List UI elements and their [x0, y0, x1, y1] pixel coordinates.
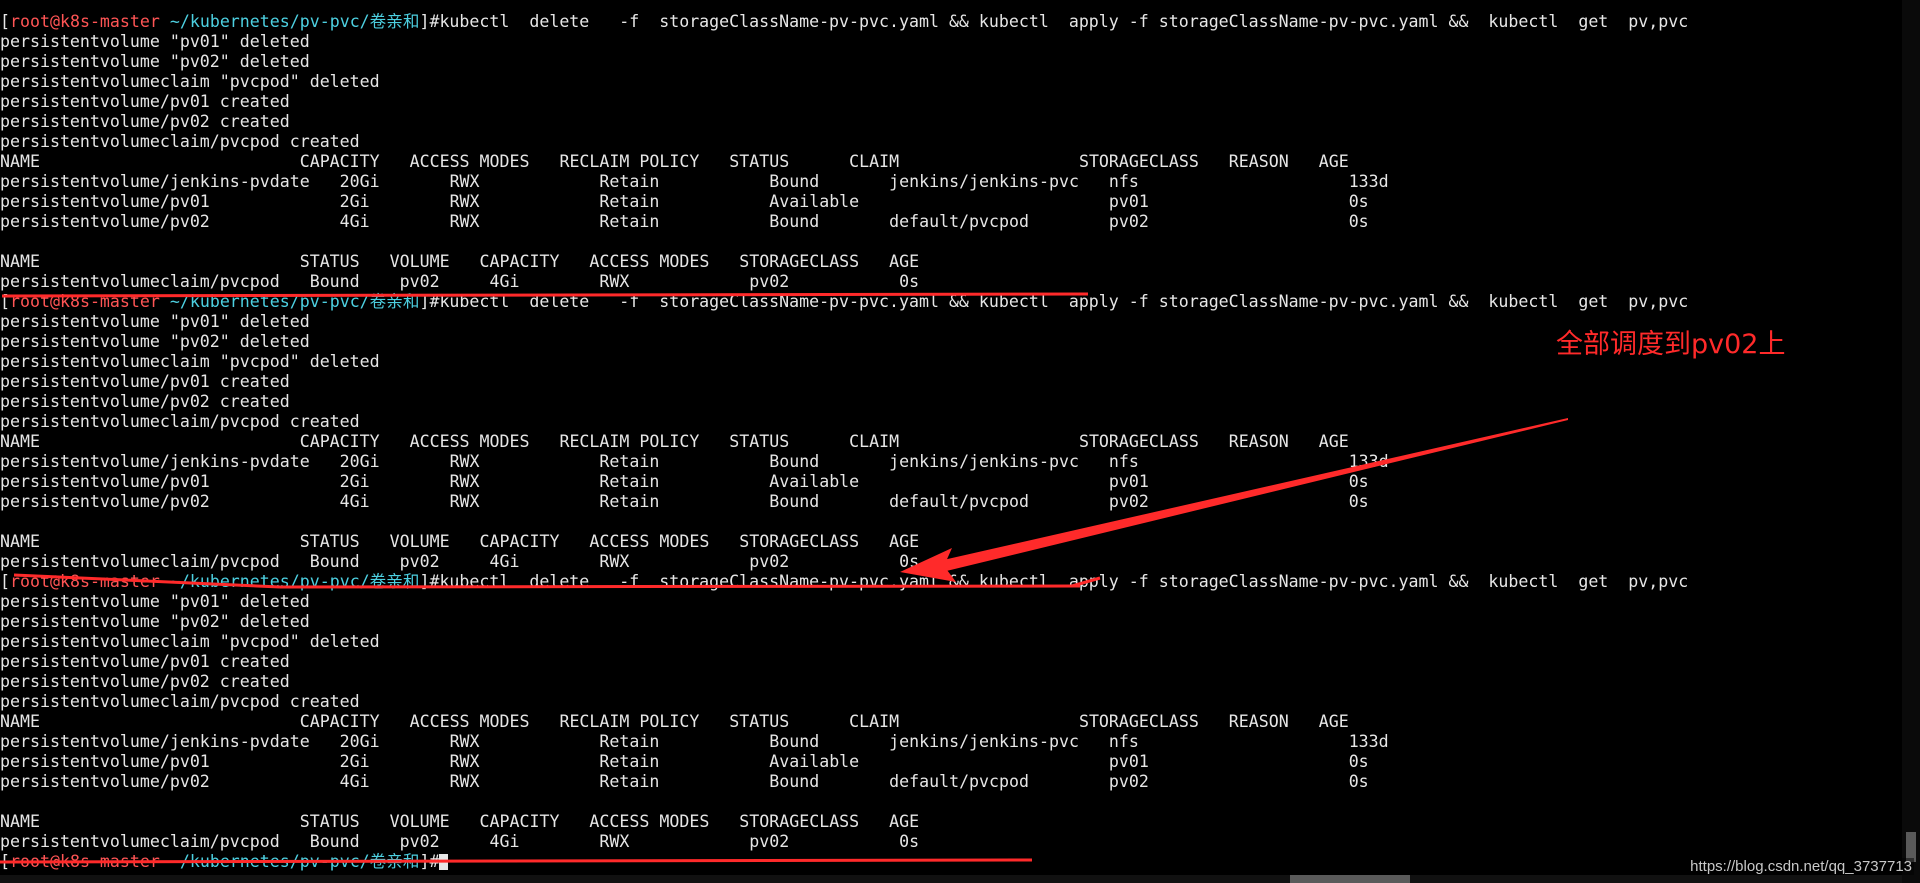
prompt-user: root	[10, 852, 50, 871]
prompt-user: root	[10, 12, 50, 31]
pvc-table-row: persistentvolumeclaim/pvcpod Bound pv02 …	[0, 272, 920, 291]
pv-table-row: persistentvolume/pv02 4Gi RWX Retain Bou…	[0, 772, 1369, 791]
prompt-path: ~/kubernetes/pv-pvc/卷亲和	[159, 12, 420, 31]
output-line: persistentvolume/pv01 created	[0, 372, 290, 391]
prompt-line: [root@k8s-master ~/kubernetes/pv-pvc/卷亲和…	[0, 572, 1890, 592]
prompt-host: k8s-master	[59, 12, 160, 31]
prompt-open-bracket: [	[0, 292, 10, 311]
prompt-open-bracket: [	[0, 572, 10, 591]
terminal-window[interactable]: [root@k8s-master ~/kubernetes/pv-pvc/卷亲和…	[0, 0, 1920, 883]
output-line: persistentvolume/pv02 created	[0, 672, 290, 691]
prompt-at: @	[49, 852, 60, 871]
prompt-close: ]#	[419, 852, 440, 871]
prompt-open-bracket: [	[0, 852, 10, 871]
output-line: persistentvolume/pv01 created	[0, 652, 290, 671]
pv-table-row: persistentvolume/pv01 2Gi RWX Retain Ava…	[0, 192, 1369, 211]
output-line: persistentvolumeclaim "pvcpod" deleted	[0, 72, 380, 91]
pvc-table-header: NAME STATUS VOLUME CAPACITY ACCESS MODES…	[0, 812, 920, 831]
output-line: persistentvolumeclaim/pvcpod created	[0, 132, 360, 151]
terminal-output: [root@k8s-master ~/kubernetes/pv-pvc/卷亲和…	[0, 12, 1890, 872]
output-line: persistentvolume/pv01 created	[0, 92, 290, 111]
vertical-scrollbar[interactable]	[1902, 0, 1920, 883]
command-text: kubectl delete -f storageClassName-pv-pv…	[439, 572, 1689, 591]
prompt-host: k8s-master	[59, 852, 160, 871]
output-line: persistentvolumeclaim/pvcpod created	[0, 412, 360, 431]
prompt-user: root	[10, 572, 50, 591]
pvc-table-header: NAME STATUS VOLUME CAPACITY ACCESS MODES…	[0, 252, 920, 271]
pv-table-header: NAME CAPACITY ACCESS MODES RECLAIM POLIC…	[0, 712, 1349, 731]
prompt-line: [root@k8s-master ~/kubernetes/pv-pvc/卷亲和…	[0, 292, 1890, 312]
pv-table-row: persistentvolume/jenkins-pvdate 20Gi RWX…	[0, 452, 1389, 471]
prompt-at: @	[49, 12, 60, 31]
prompt-at: @	[49, 572, 60, 591]
pv-table-row: persistentvolume/jenkins-pvdate 20Gi RWX…	[0, 732, 1389, 751]
prompt-host: k8s-master	[59, 292, 160, 311]
prompt-host: k8s-master	[59, 572, 160, 591]
annotation-label: 全部调度到pv02上	[1556, 329, 1786, 360]
prompt-close: ]#	[419, 12, 440, 31]
output-line: persistentvolume/pv02 created	[0, 392, 290, 411]
pv-table-row: persistentvolume/pv02 4Gi RWX Retain Bou…	[0, 212, 1369, 231]
prompt-path: ~/kubernetes/pv-pvc/卷亲和	[159, 572, 420, 591]
output-line: persistentvolumeclaim/pvcpod created	[0, 692, 360, 711]
pv-table-row: persistentvolume/pv02 4Gi RWX Retain Bou…	[0, 492, 1369, 511]
prompt-line-current[interactable]: [root@k8s-master ~/kubernetes/pv-pvc/卷亲和…	[0, 852, 1890, 872]
prompt-close: ]#	[419, 572, 440, 591]
pvc-table-row: persistentvolumeclaim/pvcpod Bound pv02 …	[0, 552, 920, 571]
pv-table-row: persistentvolume/pv01 2Gi RWX Retain Ava…	[0, 472, 1369, 491]
pvc-table-row: persistentvolumeclaim/pvcpod Bound pv02 …	[0, 832, 920, 851]
pv-table-header: NAME CAPACITY ACCESS MODES RECLAIM POLIC…	[0, 432, 1349, 451]
prompt-line: [root@k8s-master ~/kubernetes/pv-pvc/卷亲和…	[0, 12, 1890, 32]
pv-table-row: persistentvolume/jenkins-pvdate 20Gi RWX…	[0, 172, 1389, 191]
prompt-path: ~/kubernetes/pv-pvc/卷亲和	[159, 292, 420, 311]
output-line: persistentvolumeclaim "pvcpod" deleted	[0, 632, 380, 651]
watermark: https://blog.csdn.net/qq_3737713	[1688, 858, 1914, 875]
pvc-table-header: NAME STATUS VOLUME CAPACITY ACCESS MODES…	[0, 532, 920, 551]
horizontal-scrollbar[interactable]	[0, 875, 1902, 883]
prompt-user: root	[10, 292, 50, 311]
prompt-path: ~/kubernetes/pv-pvc/卷亲和	[159, 852, 420, 871]
command-text: kubectl delete -f storageClassName-pv-pv…	[439, 292, 1689, 311]
output-line: persistentvolume "pv01" deleted	[0, 32, 310, 51]
prompt-at: @	[49, 292, 60, 311]
command-text: kubectl delete -f storageClassName-pv-pv…	[439, 12, 1689, 31]
text-cursor[interactable]	[439, 854, 449, 870]
output-line: persistentvolume "pv01" deleted	[0, 592, 310, 611]
prompt-open-bracket: [	[0, 12, 10, 31]
prompt-close: ]#	[419, 292, 440, 311]
output-line: persistentvolume "pv02" deleted	[0, 52, 310, 71]
horizontal-scrollbar-thumb[interactable]	[1290, 875, 1410, 883]
output-line: persistentvolume "pv02" deleted	[0, 612, 310, 631]
pv-table-row: persistentvolume/pv01 2Gi RWX Retain Ava…	[0, 752, 1369, 771]
pv-table-header: NAME CAPACITY ACCESS MODES RECLAIM POLIC…	[0, 152, 1349, 171]
output-line: persistentvolume/pv02 created	[0, 112, 290, 131]
